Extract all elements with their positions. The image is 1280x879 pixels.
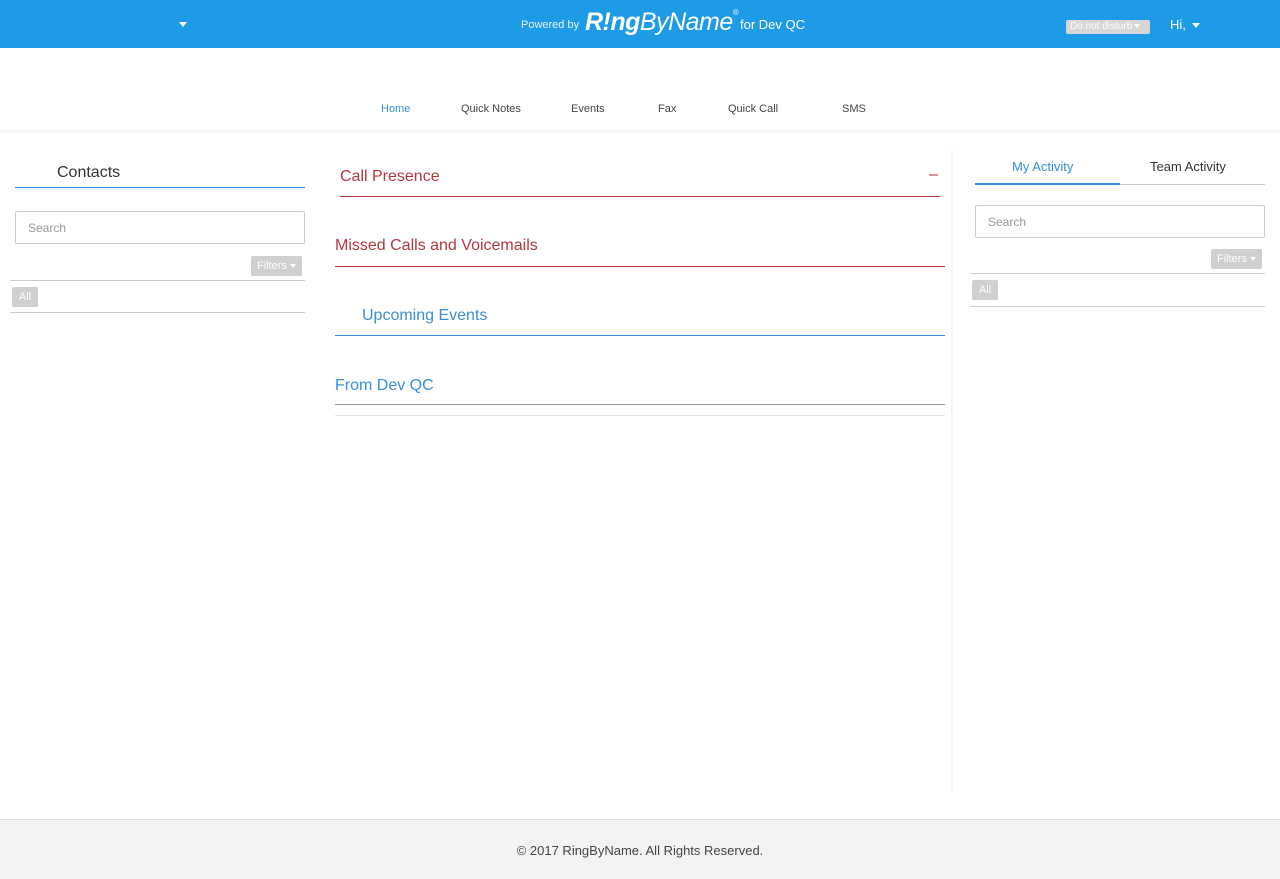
activity-search-input[interactable] [975, 205, 1265, 238]
call-presence-divider [340, 196, 940, 197]
tab-team-activity[interactable]: Team Activity [1150, 159, 1226, 174]
user-menu[interactable]: Hi, [1170, 17, 1200, 32]
active-tab-indicator [975, 183, 1120, 185]
activity-filters-button[interactable]: Filters [1211, 249, 1262, 269]
contacts-title: Contacts [57, 164, 121, 181]
filters-label: Filters [1217, 253, 1247, 265]
main-nav: Home Quick Notes Events Fax Quick Call S… [0, 48, 1280, 130]
caret-down-icon [1134, 24, 1141, 29]
powered-by-label: Powered by [521, 19, 580, 31]
missed-calls-title: Missed Calls and Voicemails [335, 237, 538, 254]
logo-part-ring: R!ng [585, 8, 640, 36]
filters-label: Filters [257, 260, 287, 272]
status-dropdown[interactable]: Do not disturb [1066, 20, 1150, 34]
activity-all-button[interactable]: All [972, 280, 998, 300]
divider [10, 312, 305, 313]
footer: © 2017 RingByName. All Rights Reserved. [0, 819, 1280, 879]
upcoming-events-divider [335, 335, 945, 336]
divider [970, 273, 1265, 274]
missed-calls-divider [335, 266, 945, 267]
from-org-divider [335, 404, 945, 405]
logo-part-byname: ByName [639, 8, 733, 36]
chevron-down-icon[interactable] [179, 22, 187, 27]
logo-registered-mark: ® [732, 8, 739, 17]
upcoming-events-title: Upcoming Events [362, 307, 488, 324]
contacts-filters-button[interactable]: Filters [251, 256, 302, 276]
tab-my-activity[interactable]: My Activity [1012, 159, 1073, 174]
divider [970, 306, 1265, 307]
caret-down-icon [289, 264, 296, 269]
status-label: Do not disturb [1070, 21, 1133, 32]
nav-sms[interactable]: SMS [842, 103, 866, 115]
divider [10, 280, 305, 281]
organization-label: for Dev QC [740, 17, 806, 32]
top-bar: Powered by R!ngByName® for Dev QC Do not… [0, 0, 1280, 48]
column-separator [951, 150, 953, 790]
call-presence-title: Call Presence [340, 168, 440, 185]
contacts-all-button[interactable]: All [12, 287, 38, 307]
nav-quick-notes[interactable]: Quick Notes [461, 103, 521, 115]
collapse-button[interactable]: – [929, 166, 938, 184]
from-org-title: From Dev QC [335, 377, 434, 394]
greeting-label: Hi, [1170, 17, 1186, 32]
contacts-divider [15, 187, 305, 188]
nav-quick-call[interactable]: Quick Call [728, 103, 778, 115]
divider [335, 415, 945, 416]
contacts-search-input[interactable] [15, 211, 305, 244]
caret-down-icon [1191, 23, 1200, 29]
nav-fax[interactable]: Fax [658, 103, 676, 115]
caret-down-icon [1249, 257, 1256, 262]
nav-home[interactable]: Home [381, 103, 410, 115]
ringbyname-logo: R!ngByName® [585, 8, 739, 37]
nav-events[interactable]: Events [571, 103, 605, 115]
copyright-text: © 2017 RingByName. All Rights Reserved. [516, 843, 764, 858]
